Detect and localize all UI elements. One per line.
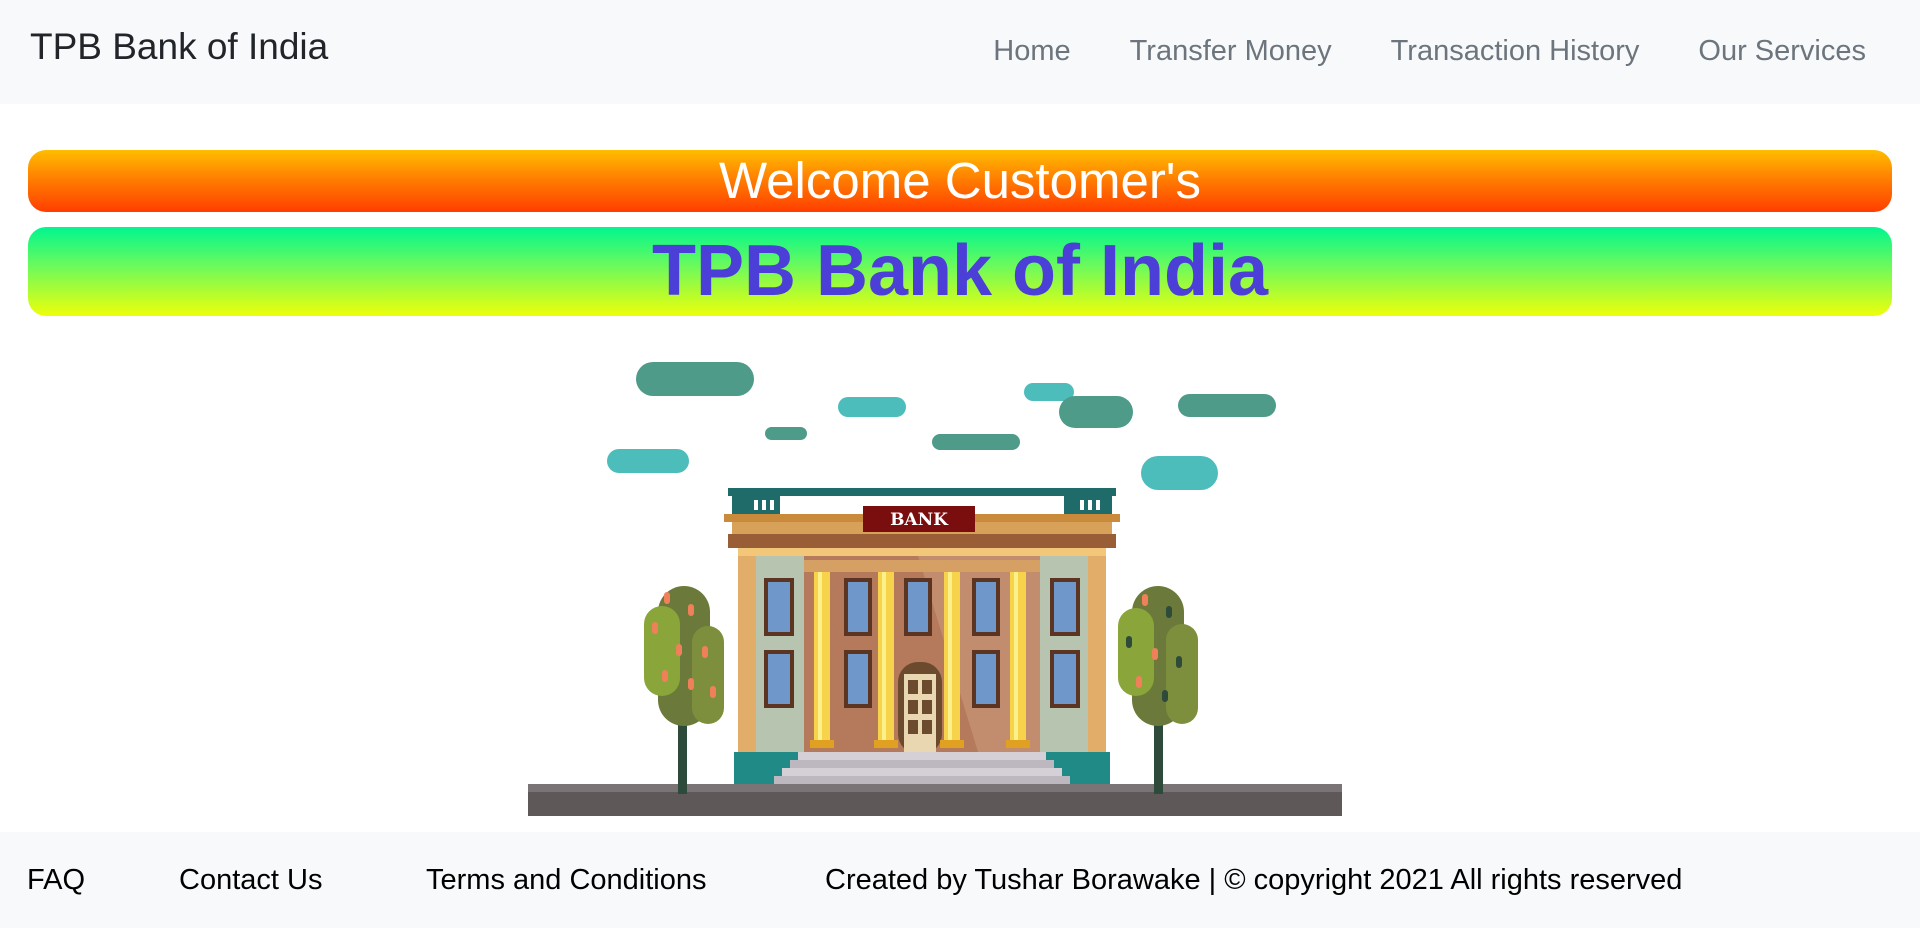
left-tree — [644, 586, 724, 794]
footer-contact-link[interactable]: Contact Us — [179, 862, 322, 898]
bank-name-banner: TPB Bank of India — [28, 227, 1892, 316]
nav-home-link[interactable]: Home — [993, 30, 1070, 72]
welcome-heading: Welcome Customer's — [718, 152, 1202, 209]
footer-credit-text: Created by Tushar Borawake | © copyright… — [825, 864, 1683, 896]
bank-name-heading: TPB Bank of India — [651, 231, 1269, 311]
top-navbar: TPB Bank of India Home Transfer Money Tr… — [0, 0, 1920, 104]
bank-sign-text: BANK — [890, 510, 949, 530]
bank-building: BANK — [724, 488, 1120, 784]
bank-building-illustration: BANK — [528, 362, 1342, 816]
footer-terms-link[interactable]: Terms and Conditions — [426, 862, 706, 898]
right-tree — [1118, 586, 1198, 794]
welcome-banner: Welcome Customer's — [28, 150, 1892, 212]
nav-transfer-money-link[interactable]: Transfer Money — [1130, 30, 1332, 72]
brand-link[interactable]: TPB Bank of India — [30, 26, 328, 68]
nav-our-services-link[interactable]: Our Services — [1698, 30, 1866, 72]
clouds — [607, 362, 1276, 490]
footer-faq-link[interactable]: FAQ — [27, 862, 85, 898]
footer: FAQ Contact Us Terms and Conditions Crea… — [0, 832, 1920, 928]
nav-links: Home Transfer Money Transaction History … — [993, 30, 1866, 72]
nav-transaction-history-link[interactable]: Transaction History — [1391, 30, 1640, 72]
